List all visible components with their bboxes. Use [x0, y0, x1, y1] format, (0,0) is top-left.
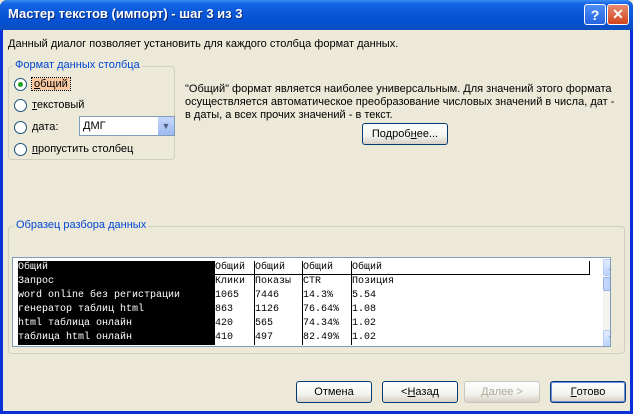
- next-button[interactable]: Далее >: [464, 381, 540, 403]
- data-preview-pane[interactable]: Общий Общий Общий Общий Общий Запрос Кли…: [12, 257, 611, 347]
- table-cell[interactable]: 565: [255, 317, 303, 331]
- table-cell[interactable]: 1.02: [352, 317, 590, 331]
- table-cell[interactable]: 76.64%: [303, 303, 352, 317]
- vertical-scrollbar[interactable]: ▲ ▼: [603, 259, 610, 346]
- radio-general-label[interactable]: общий: [31, 77, 71, 91]
- description-line: в даты, а всех прочих значений - в текст…: [185, 109, 393, 121]
- table-row: html таблица онлайн 420 565 74.34% 1.02: [18, 317, 590, 331]
- table-cell[interactable]: 420: [215, 317, 255, 331]
- table-row: Запрос Клики Показы CTR Позиция: [18, 275, 590, 289]
- radio-text-circle[interactable]: [14, 98, 27, 112]
- table-cell[interactable]: 410: [215, 331, 255, 345]
- column-header[interactable]: Общий: [18, 261, 215, 275]
- preview-grid: Общий Общий Общий Общий Общий Запрос Кли…: [18, 261, 590, 345]
- table-cell[interactable]: 1.02: [352, 331, 590, 345]
- table-cell[interactable]: word online без регистрации: [18, 289, 215, 303]
- column-header[interactable]: Общий: [215, 261, 255, 275]
- radio-skip[interactable]: пропустить столбец: [14, 140, 133, 158]
- table-cell[interactable]: 863: [215, 303, 255, 317]
- table-row: генератор таблиц html 863 1126 76.64% 1.…: [18, 303, 590, 317]
- date-format-select[interactable]: ДМГ ▼: [79, 116, 175, 136]
- scroll-thumb[interactable]: [603, 277, 610, 291]
- help-button[interactable]: ?: [584, 4, 606, 25]
- table-cell[interactable]: таблица html онлайн: [18, 331, 215, 345]
- column-header[interactable]: Общий: [352, 261, 590, 275]
- description-line: осуществляется автоматическое преобразов…: [185, 96, 615, 108]
- scroll-up-icon[interactable]: ▲: [603, 259, 610, 276]
- radio-general[interactable]: общий: [14, 75, 71, 93]
- table-cell[interactable]: 1126: [255, 303, 303, 317]
- table-row: word online без регистрации 1065 7446 14…: [18, 289, 590, 303]
- radio-date[interactable]: дата:: [14, 118, 58, 136]
- column-format-group: Формат данных столбца общий текстовый да…: [8, 59, 175, 160]
- table-cell[interactable]: 1065: [215, 289, 255, 303]
- table-cell[interactable]: Клики: [215, 275, 255, 289]
- radio-text-label[interactable]: текстовый: [32, 99, 84, 111]
- window-title: Мастер текстов (импорт) - шаг 3 из 3: [8, 6, 243, 21]
- table-cell[interactable]: CTR: [303, 275, 352, 289]
- radio-skip-circle[interactable]: [14, 142, 27, 156]
- table-cell[interactable]: 74.34%: [303, 317, 352, 331]
- table-cell[interactable]: 14.3%: [303, 289, 352, 303]
- chevron-down-icon[interactable]: ▼: [157, 117, 174, 135]
- intro-text: Данный диалог позволяет установить для к…: [8, 38, 399, 50]
- data-preview-legend: Образец разбора данных: [14, 219, 149, 231]
- text-import-wizard-dialog: Мастер текстов (импорт) - шаг 3 из 3 ? ✕…: [0, 0, 633, 414]
- radio-date-circle[interactable]: [14, 120, 27, 134]
- close-button[interactable]: ✕: [607, 4, 629, 25]
- table-cell[interactable]: 497: [255, 331, 303, 345]
- table-cell[interactable]: 1.08: [352, 303, 590, 317]
- title-bar[interactable]: Мастер текстов (импорт) - шаг 3 из 3 ? ✕: [0, 0, 633, 30]
- radio-text[interactable]: текстовый: [14, 96, 84, 114]
- dialog-body: Данный диалог позволяет установить для к…: [3, 30, 630, 411]
- table-cell[interactable]: 7446: [255, 289, 303, 303]
- table-cell[interactable]: 82.49%: [303, 331, 352, 345]
- scroll-down-icon[interactable]: ▼: [603, 330, 610, 346]
- description-line: "Общий" формат является наиболее универс…: [185, 83, 612, 95]
- radio-date-label[interactable]: дата:: [32, 121, 58, 133]
- column-header[interactable]: Общий: [255, 261, 303, 275]
- table-cell[interactable]: Позиция: [352, 275, 590, 289]
- details-button[interactable]: Подроб н ее...: [362, 123, 448, 145]
- column-header[interactable]: Общий: [303, 261, 352, 275]
- radio-general-circle[interactable]: [14, 77, 27, 91]
- column-format-header-row: Общий Общий Общий Общий Общий: [18, 261, 590, 275]
- radio-skip-label[interactable]: пропустить столбец: [32, 143, 133, 155]
- table-cell[interactable]: Запрос: [18, 275, 215, 289]
- back-button[interactable]: < Назад: [382, 381, 458, 403]
- table-cell[interactable]: html таблица онлайн: [18, 317, 215, 331]
- finish-button[interactable]: Готово: [550, 381, 626, 403]
- table-cell[interactable]: 5.54: [352, 289, 590, 303]
- column-format-legend: Формат данных столбца: [13, 59, 142, 71]
- table-row: таблица html онлайн 410 497 82.49% 1.02: [18, 331, 590, 345]
- format-description: "Общий" формат является наиболее универс…: [185, 83, 625, 122]
- cancel-button[interactable]: Отмена: [296, 381, 372, 403]
- table-cell[interactable]: генератор таблиц html: [18, 303, 215, 317]
- table-cell[interactable]: Показы: [255, 275, 303, 289]
- date-format-value: ДМГ: [83, 120, 106, 132]
